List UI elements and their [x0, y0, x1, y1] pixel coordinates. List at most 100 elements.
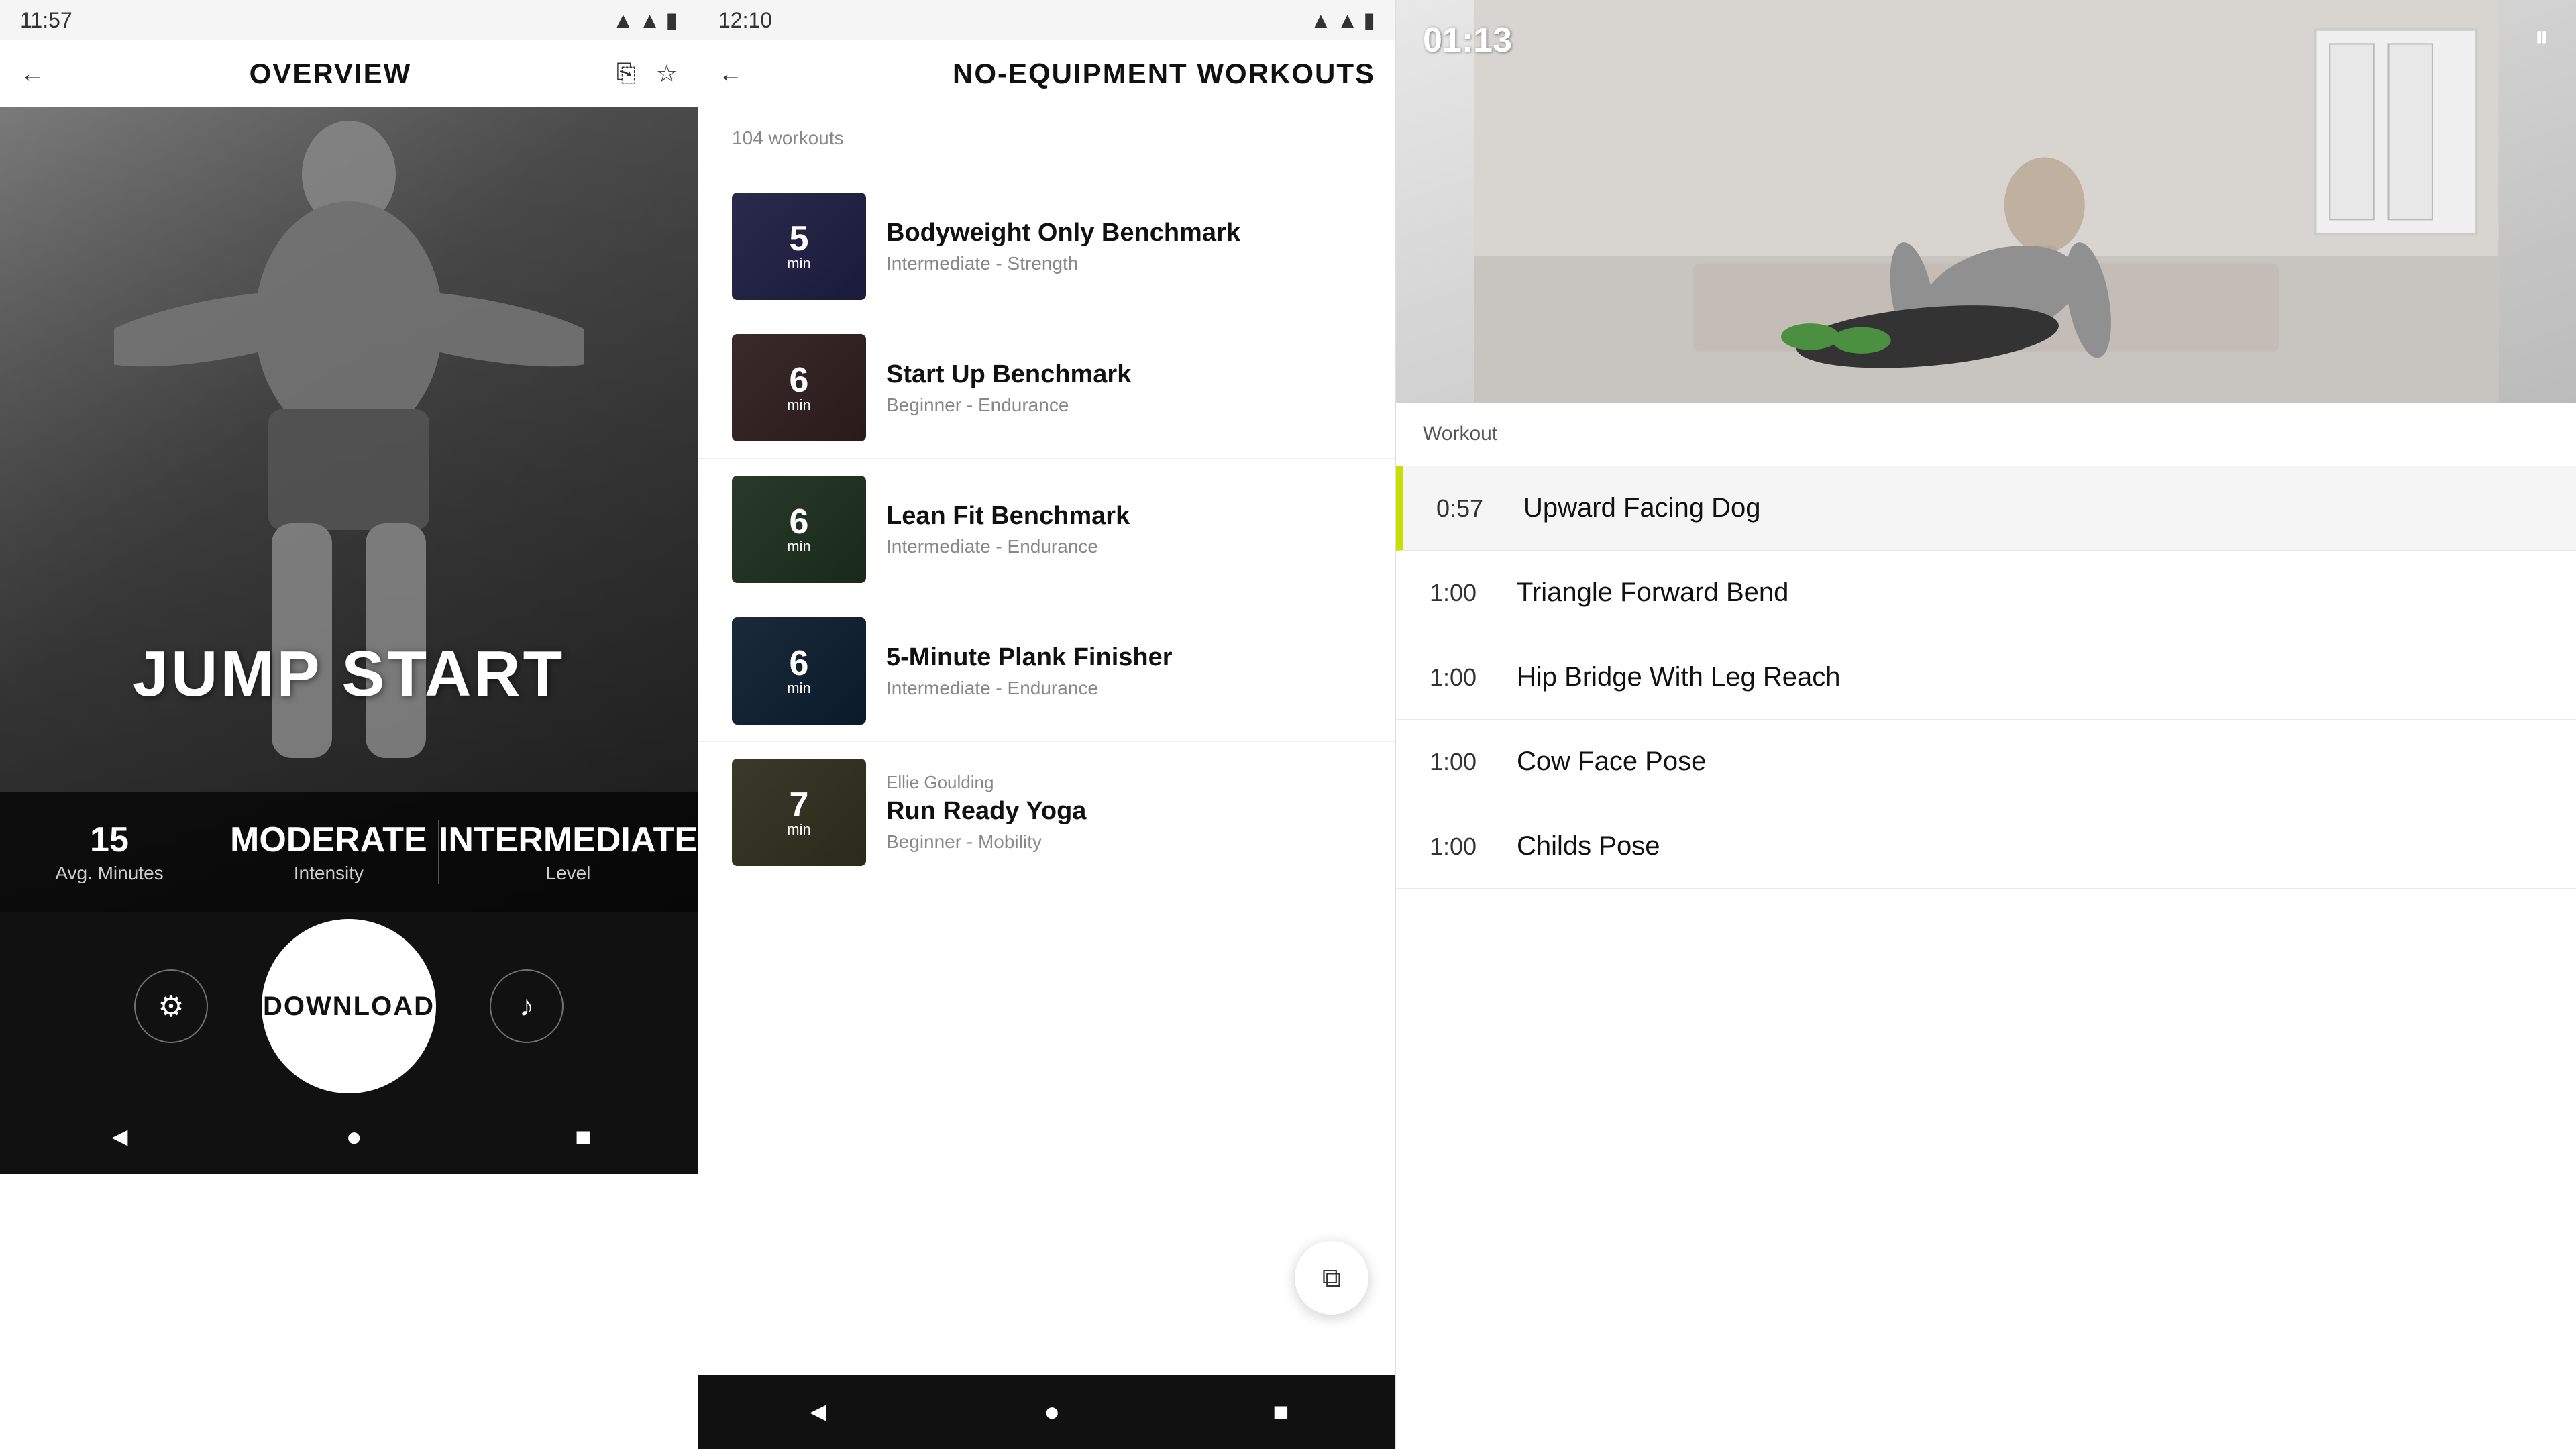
workout-info: Ellie GouldingRun Ready YogaBeginner - M…	[886, 772, 1362, 853]
settings-icon: ⚙	[158, 989, 184, 1024]
workout-list: 5minBodyweight Only BenchmarkIntermediat…	[698, 162, 1395, 1449]
wifi-icon: ▲	[612, 8, 634, 33]
battery-icon-2: ▮	[1363, 7, 1375, 33]
workout-duration-unit: min	[787, 539, 810, 554]
workout-meta: Intermediate - Endurance	[886, 678, 1362, 699]
hero-title: JUMP START	[0, 637, 698, 711]
workout-duration-num: 5	[787, 221, 810, 256]
workout-duration: 6min	[787, 363, 810, 413]
exercise-name: Upward Facing Dog	[1523, 493, 1761, 523]
workout-thumbnail: 6min	[732, 334, 866, 441]
workout-thumbnail: 6min	[732, 617, 866, 724]
workout-duration-unit: min	[787, 681, 810, 696]
wifi-icon-2: ▲	[1310, 8, 1332, 33]
exercise-item[interactable]: 1:00 Hip Bridge With Leg Reach	[1396, 635, 2576, 720]
status-time-1: 11:57	[20, 8, 72, 33]
workout-section-label: Workout	[1396, 402, 2576, 466]
exercise-name: Hip Bridge With Leg Reach	[1517, 662, 1840, 692]
top-nav-2: ← NO-EQUIPMENT WORKOUTS	[698, 40, 1395, 107]
workout-meta: Intermediate - Strength	[886, 253, 1362, 274]
music-icon: ♪	[519, 989, 534, 1023]
workout-thumbnail: 6min	[732, 476, 866, 583]
status-icons-1: ▲ ▲ ▮	[612, 7, 678, 33]
nav-square-icon-1[interactable]: ■	[575, 1122, 591, 1152]
favorite-button[interactable]: ☆	[656, 60, 678, 88]
workout-duration-num: 6	[787, 504, 810, 539]
battery-icon: ▮	[665, 7, 678, 33]
stat-level: INTERMEDIATE Level	[439, 820, 698, 884]
exercise-time: 1:00	[1430, 833, 1497, 861]
stat-minutes-value: 15	[90, 820, 129, 860]
workout-info: Start Up Benchmark Beginner - Endurance	[886, 360, 1362, 416]
workout-count: 104 workouts	[698, 107, 1395, 162]
workout-item[interactable]: 6min Lean Fit BenchmarkIntermediate - End…	[698, 459, 1395, 600]
nav-square-icon-2[interactable]: ■	[1273, 1397, 1289, 1428]
bottom-nav-2: ◄ ● ■	[698, 1375, 1395, 1449]
download-label: DOWNLOAD	[263, 991, 435, 1022]
stat-intensity-label: Intensity	[294, 863, 364, 884]
workout-duration: 6min	[787, 646, 810, 696]
exercise-time: 0:57	[1436, 494, 1503, 523]
workout-info: Lean Fit BenchmarkIntermediate - Enduran…	[886, 502, 1362, 557]
exercise-time: 1:00	[1430, 748, 1497, 776]
music-button[interactable]: ♪	[490, 969, 564, 1043]
exercise-time: 1:00	[1430, 579, 1497, 607]
exercise-item[interactable]: 0:57 Upward Facing Dog	[1396, 466, 2576, 551]
exercise-item[interactable]: 1:00Childs Pose	[1396, 804, 2576, 889]
workout-duration-num: 6	[787, 363, 810, 398]
nav-home-icon-1[interactable]: ●	[346, 1122, 362, 1152]
stat-intensity: MODERATE Intensity	[219, 820, 439, 884]
workout-info: Bodyweight Only BenchmarkIntermediate - …	[886, 219, 1362, 274]
panel-detail: 01:13 ⏸ Workout 0:57 Upward Facing Dog 1:0…	[1395, 0, 2576, 1449]
workout-artist: Ellie Goulding	[886, 772, 1362, 793]
workout-duration: 7min	[787, 788, 810, 837]
bottom-nav-1: ◄ ● ■	[0, 1100, 698, 1174]
workout-duration-unit: min	[787, 822, 810, 837]
hero-image: JUMP START 15 Avg. Minutes MODERATE Inte…	[0, 107, 698, 912]
workout-duration-num: 6	[787, 646, 810, 681]
status-bar-1: 11:57 ▲ ▲ ▮	[0, 0, 698, 40]
workout-meta: Beginner - Endurance	[886, 394, 1362, 416]
workout-info: 5-Minute Plank Finisher Intermediate - En…	[886, 643, 1362, 699]
workout-item[interactable]: 6min Start Up Benchmark Beginner - Enduran…	[698, 317, 1395, 459]
exercise-name: Cow Face Pose	[1517, 747, 1706, 777]
pause-icon: ⏸	[2534, 20, 2549, 53]
download-button[interactable]: DOWNLOAD	[262, 919, 436, 1093]
pause-button[interactable]: ⏸	[2534, 20, 2549, 54]
back-button-2[interactable]: ←	[718, 60, 743, 88]
exercise-list: 0:57 Upward Facing Dog 1:00Triangle Forwar…	[1396, 466, 2576, 1449]
nav-back-icon-2[interactable]: ◄	[805, 1397, 832, 1428]
action-bar: ⚙ DOWNLOAD ♪	[0, 912, 698, 1100]
nav-back-icon-1[interactable]: ◄	[107, 1122, 133, 1152]
status-bar-2: 12:10 ▲ ▲ ▮	[698, 0, 1395, 40]
exercise-item[interactable]: 1:00Triangle Forward Bend	[1396, 551, 2576, 635]
settings-button[interactable]: ⚙	[134, 969, 208, 1043]
workout-item[interactable]: 6min 5-Minute Plank Finisher Intermediate …	[698, 600, 1395, 742]
nav-home-icon-2[interactable]: ●	[1044, 1397, 1060, 1428]
filter-icon: ⧉	[1322, 1263, 1342, 1293]
workout-duration: 5min	[787, 221, 810, 271]
workout-duration-unit: min	[787, 398, 810, 413]
back-button-1[interactable]: ←	[20, 60, 44, 88]
video-header: 01:13 ⏸	[1396, 0, 2576, 402]
workout-name: 5-Minute Plank Finisher	[886, 643, 1362, 672]
share-button[interactable]: ⎘	[616, 59, 636, 88]
exercise-time: 1:00	[1430, 663, 1497, 692]
workout-name: Lean Fit Benchmark	[886, 502, 1362, 531]
nav-icons-1: ⎘ ☆	[616, 59, 678, 88]
top-nav-1: ← OVERVIEW ⎘ ☆	[0, 40, 698, 107]
workout-duration-num: 7	[787, 788, 810, 822]
filter-button[interactable]: ⧉	[1295, 1241, 1368, 1315]
status-icons-2: ▲ ▲ ▮	[1310, 7, 1375, 33]
workout-name: Start Up Benchmark	[886, 360, 1362, 389]
hero-stats: 15 Avg. Minutes MODERATE Intensity INTER…	[0, 792, 698, 912]
workout-item[interactable]: 7minEllie GouldingRun Ready YogaBeginner…	[698, 742, 1395, 883]
exercise-item[interactable]: 1:00 Cow Face Pose	[1396, 720, 2576, 804]
workout-thumbnail: 7min	[732, 759, 866, 866]
stat-level-label: Level	[545, 863, 590, 884]
exercise-timer: 01:13	[1423, 20, 1512, 60]
workout-name: Run Ready Yoga	[886, 797, 1362, 826]
workout-duration: 6min	[787, 504, 810, 554]
workout-duration-unit: min	[787, 256, 810, 271]
workout-item[interactable]: 5min Bodyweight Only BenchmarkIntermediat…	[698, 176, 1395, 317]
